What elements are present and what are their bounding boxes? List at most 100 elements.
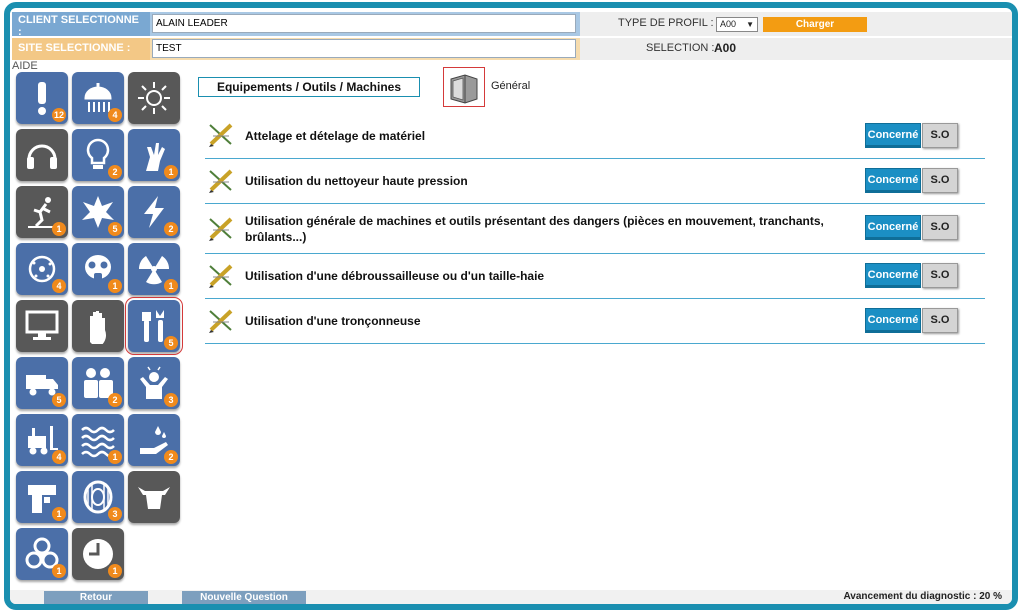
category-badge: 2 — [164, 222, 178, 236]
folder-label: Général — [491, 80, 531, 92]
category-badge: 2 — [108, 165, 122, 179]
category-tile-cow[interactable] — [128, 471, 180, 523]
item-text: Utilisation d'une tronçonneuse — [245, 314, 421, 328]
category-tile-shower[interactable]: 4 — [72, 72, 124, 124]
pencil-edit-icon[interactable] — [207, 308, 235, 334]
app-frame: CLIENT SELECTIONNE : TYPE DE PROFIL : A0… — [4, 2, 1018, 610]
item-text: Attelage et dételage de matériel — [245, 129, 426, 143]
category-tile-worker[interactable]: 1 — [16, 471, 68, 523]
site-field[interactable] — [152, 39, 576, 58]
list-item: Attelage et dételage de matériel Concern… — [205, 112, 985, 159]
category-tile-tools[interactable]: 5 — [125, 297, 183, 355]
item-text: Utilisation générale de machines et outi… — [245, 214, 824, 244]
retour-button[interactable]: Retour — [44, 591, 148, 604]
category-tile-monitor[interactable] — [16, 300, 68, 352]
category-tile-hand-stop[interactable] — [72, 300, 124, 352]
concerne-button[interactable]: Concerné — [865, 308, 921, 333]
category-tile-lightning[interactable]: 2 — [128, 186, 180, 238]
list-item: Utilisation du nettoyeur haute pression … — [205, 159, 985, 204]
category-tile-hand-drop[interactable]: 2 — [128, 414, 180, 466]
category-badge: 1 — [164, 165, 178, 179]
item-text: Utilisation du nettoyeur haute pression — [245, 174, 468, 188]
so-button[interactable]: S.O — [922, 215, 958, 240]
category-badge: 1 — [108, 450, 122, 464]
category-badge: 5 — [52, 393, 66, 407]
category-badge: 1 — [108, 564, 122, 578]
chevron-down-icon: ▼ — [746, 20, 754, 29]
category-tile-forklift[interactable]: 4 — [16, 414, 68, 466]
site-label: SITE SELECTIONNE : — [12, 38, 150, 60]
sun-icon — [138, 82, 170, 114]
profil-select[interactable]: A00 ▼ — [716, 17, 758, 32]
profil-select-value: A00 — [720, 19, 737, 29]
category-tile-radiation[interactable]: 1 — [128, 243, 180, 295]
question-list: Attelage et dételage de matériel Concern… — [205, 112, 985, 344]
profil-panel: TYPE DE PROFIL : A00 ▼ Charger — [580, 12, 1012, 36]
pencil-edit-icon[interactable] — [207, 122, 235, 148]
category-badge: 5 — [108, 222, 122, 236]
category-tile-waves[interactable]: 1 — [72, 414, 124, 466]
category-tile-people[interactable]: 2 — [72, 357, 124, 409]
hand-stop-icon — [90, 311, 106, 344]
cow-icon — [138, 487, 170, 509]
so-button[interactable]: S.O — [922, 123, 958, 148]
monitor-icon — [25, 310, 59, 340]
category-tile-fall[interactable]: 1 — [16, 186, 68, 238]
category-tile-sun[interactable] — [128, 72, 180, 124]
category-tile-stress[interactable]: 3 — [128, 357, 180, 409]
category-badge: 1 — [108, 279, 122, 293]
so-button[interactable]: S.O — [922, 308, 958, 333]
selection-panel: SELECTION : A00 — [580, 38, 1012, 60]
category-badge: 1 — [52, 222, 66, 236]
client-label: CLIENT SELECTIONNE : — [12, 12, 150, 38]
category-badge: 1 — [52, 507, 66, 521]
category-badge: 1 — [164, 279, 178, 293]
pencil-edit-icon[interactable] — [207, 263, 235, 289]
nouvelle-question-button[interactable]: Nouvelle Question — [182, 591, 306, 604]
client-field[interactable] — [152, 14, 576, 33]
category-tile-lightbulb[interactable]: 2 — [72, 129, 124, 181]
category-tile-biohazard[interactable]: 1 — [16, 528, 68, 580]
headphones-icon — [27, 144, 57, 169]
category-title: Equipements / Outils / Machines — [198, 77, 420, 97]
so-button[interactable]: S.O — [922, 168, 958, 193]
concerne-button[interactable]: Concerné — [865, 168, 921, 193]
list-item: Utilisation générale de machines et outi… — [205, 204, 985, 254]
category-tile-exclamation[interactable]: 12 — [16, 72, 68, 124]
concerne-button[interactable]: Concerné — [865, 123, 921, 148]
item-text: Utilisation d'une débroussailleuse ou d'… — [245, 269, 545, 283]
category-badge: 3 — [108, 507, 122, 521]
profil-label: TYPE DE PROFIL : — [618, 17, 714, 29]
category-badge: 12 — [51, 108, 66, 122]
category-tile-explosion[interactable]: 5 — [72, 186, 124, 238]
selection-label: SELECTION : — [646, 42, 715, 54]
category-tile-biohazard-spray[interactable]: 4 — [16, 243, 68, 295]
category-badge: 4 — [52, 279, 66, 293]
category-badge: 3 — [164, 393, 178, 407]
pencil-edit-icon[interactable] — [207, 216, 235, 242]
category-badge: 4 — [52, 450, 66, 464]
charger-button[interactable]: Charger — [763, 17, 867, 32]
category-badge: 2 — [164, 450, 178, 464]
general-folder[interactable] — [443, 67, 485, 107]
category-tile-gas-mask[interactable]: 1 — [72, 243, 124, 295]
list-item: Utilisation d'une débroussailleuse ou d'… — [205, 254, 985, 299]
concerne-button[interactable]: Concerné — [865, 263, 921, 288]
concerne-button[interactable]: Concerné — [865, 215, 921, 240]
footer-bar: Retour Nouvelle Question Avancement du d… — [10, 590, 1012, 604]
category-tile-cable-drum[interactable]: 3 — [72, 471, 124, 523]
category-tile-clock[interactable]: 1 — [72, 528, 124, 580]
category-badge: 1 — [52, 564, 66, 578]
aide-link[interactable]: AIDE — [12, 60, 38, 72]
category-badge: 4 — [108, 108, 122, 122]
client-row: CLIENT SELECTIONNE : TYPE DE PROFIL : A0… — [10, 12, 1012, 38]
so-button[interactable]: S.O — [922, 263, 958, 288]
category-tile-headphones[interactable] — [16, 129, 68, 181]
category-tile-truck[interactable]: 5 — [16, 357, 68, 409]
selection-value: A00 — [714, 41, 737, 55]
diagnostic-progress: Avancement du diagnostic : 20 % — [843, 591, 1002, 602]
site-row: SITE SELECTIONNE : SELECTION : A00 — [10, 38, 1012, 62]
category-tile-hand-chemical[interactable]: 1 — [128, 129, 180, 181]
folder-icon — [450, 74, 478, 104]
pencil-edit-icon[interactable] — [207, 168, 235, 194]
